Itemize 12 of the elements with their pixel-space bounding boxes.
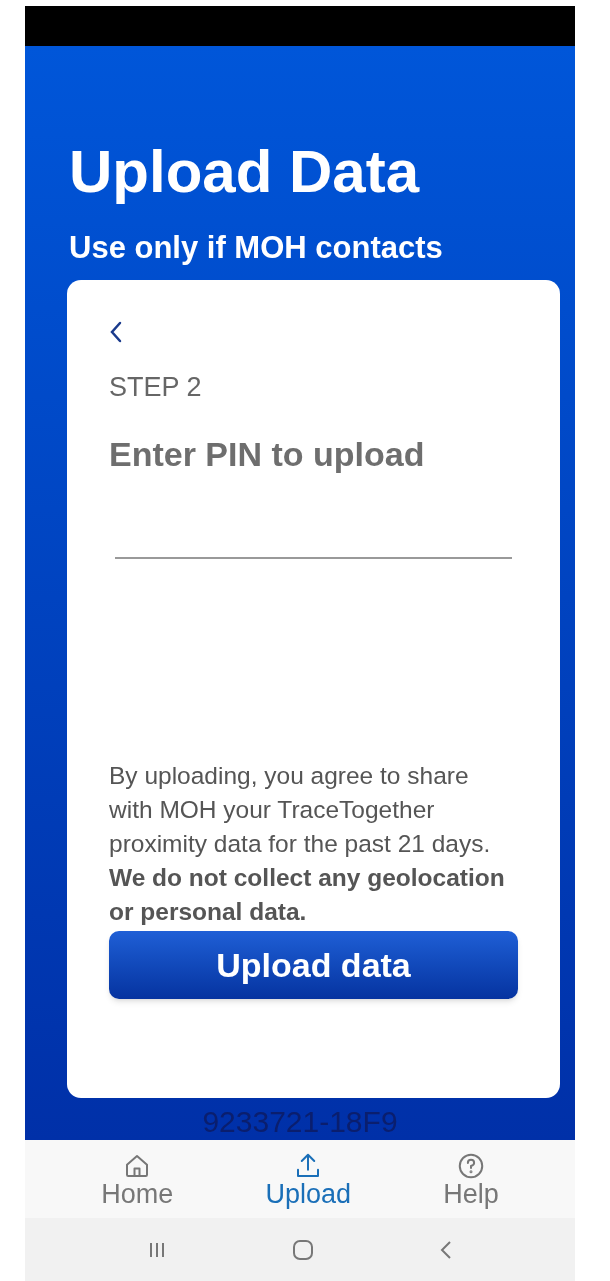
consent-text: By uploading, you agree to share with MOH your TraceTogether proximity data for the past 21 days. We do not collect any geolocation or personal data. (109, 761, 506, 927)
pin-heading: Enter PIN to upload (109, 437, 426, 471)
page-title: Upload Data (69, 142, 421, 202)
upload-button[interactable]: Upload data (109, 931, 518, 999)
nav-tab[interactable]: Upload (265, 1150, 351, 1208)
device-id: 9233721-18F9 (201, 1107, 399, 1137)
page-subtitle: Use only if MOH contacts (69, 232, 444, 263)
step-label: STEP 2 (109, 374, 203, 401)
back-icon[interactable] (109, 320, 123, 344)
home-button-icon[interactable] (291, 1237, 315, 1262)
nav-tab[interactable]: Help (443, 1150, 499, 1208)
nav-tab[interactable]: Home (101, 1150, 174, 1208)
